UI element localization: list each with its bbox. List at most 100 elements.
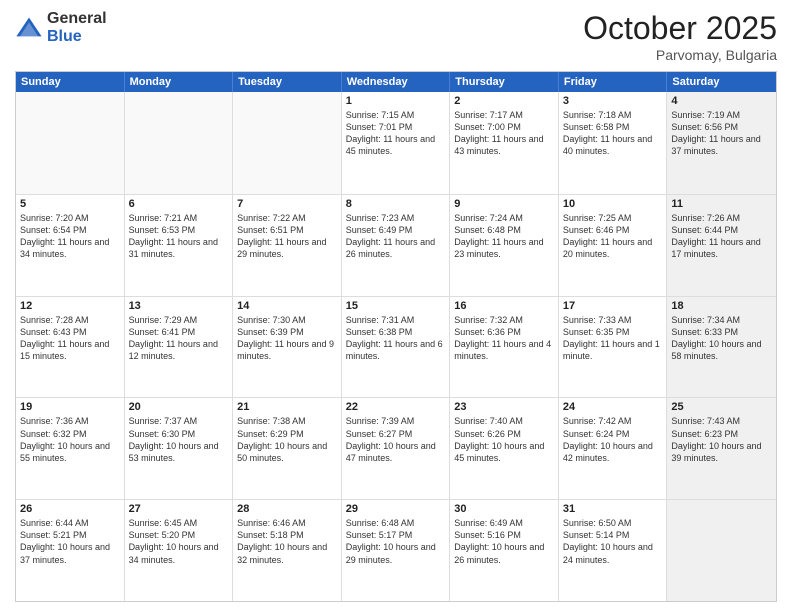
day-number: 13 bbox=[129, 300, 229, 312]
weekday-header-thursday: Thursday bbox=[450, 72, 559, 92]
weekday-header-tuesday: Tuesday bbox=[233, 72, 342, 92]
calendar-cell-1-6: 11Sunrise: 7:26 AM Sunset: 6:44 PM Dayli… bbox=[667, 195, 776, 296]
day-number: 15 bbox=[346, 300, 446, 312]
day-number: 25 bbox=[671, 401, 772, 413]
day-number: 20 bbox=[129, 401, 229, 413]
cell-info-text: Sunrise: 6:48 AM Sunset: 5:17 PM Dayligh… bbox=[346, 517, 446, 566]
logo-text: General Blue bbox=[47, 10, 107, 45]
day-number: 12 bbox=[20, 300, 120, 312]
day-number: 8 bbox=[346, 198, 446, 210]
calendar-cell-2-1: 13Sunrise: 7:29 AM Sunset: 6:41 PM Dayli… bbox=[125, 297, 234, 398]
calendar-cell-1-2: 7Sunrise: 7:22 AM Sunset: 6:51 PM Daylig… bbox=[233, 195, 342, 296]
cell-info-text: Sunrise: 7:34 AM Sunset: 6:33 PM Dayligh… bbox=[671, 314, 772, 363]
day-number: 10 bbox=[563, 198, 663, 210]
calendar-cell-0-2 bbox=[233, 92, 342, 194]
calendar-cell-1-5: 10 Sunrise: 7:25 AM Sunset: 6:46 PM Dayli… bbox=[559, 195, 668, 296]
day-number: 16 bbox=[454, 300, 554, 312]
day-number: 22 bbox=[346, 401, 446, 413]
calendar-cell-2-2: 14Sunrise: 7:30 AM Sunset: 6:39 PM Dayli… bbox=[233, 297, 342, 398]
calendar-cell-1-4: 9 Sunrise: 7:24 AM Sunset: 6:48 PM Daylig… bbox=[450, 195, 559, 296]
day-number: 24 bbox=[563, 401, 663, 413]
weekday-header-saturday: Saturday bbox=[667, 72, 776, 92]
cell-info-text: Sunrise: 7:25 AM Sunset: 6:46 PM Dayligh… bbox=[563, 212, 663, 261]
cell-info-text: Sunrise: 7:22 AM Sunset: 6:51 PM Dayligh… bbox=[237, 212, 337, 261]
calendar-header: SundayMondayTuesdayWednesdayThursdayFrid… bbox=[16, 72, 776, 92]
calendar-cell-3-1: 20 Sunrise: 7:37 AM Sunset: 6:30 PM Dayli… bbox=[125, 398, 234, 499]
cell-info-text: Sunrise: 7:32 AM Sunset: 6:36 PM Dayligh… bbox=[454, 314, 554, 363]
calendar-cell-3-4: 23Sunrise: 7:40 AM Sunset: 6:26 PM Dayli… bbox=[450, 398, 559, 499]
calendar-cell-2-6: 18Sunrise: 7:34 AM Sunset: 6:33 PM Dayli… bbox=[667, 297, 776, 398]
weekday-header-wednesday: Wednesday bbox=[342, 72, 451, 92]
calendar-cell-1-3: 8 Sunrise: 7:23 AM Sunset: 6:49 PM Daylig… bbox=[342, 195, 451, 296]
day-number: 6 bbox=[129, 198, 229, 210]
cell-info-text: Sunrise: 6:50 AM Sunset: 5:14 PM Dayligh… bbox=[563, 517, 663, 566]
calendar-cell-3-0: 19 Sunrise: 7:36 AM Sunset: 6:32 PM Dayli… bbox=[16, 398, 125, 499]
day-number: 4 bbox=[671, 95, 772, 107]
cell-info-text: Sunrise: 7:23 AM Sunset: 6:49 PM Dayligh… bbox=[346, 212, 446, 261]
title-area: October 2025 Parvomay, Bulgaria bbox=[583, 10, 777, 63]
day-number: 26 bbox=[20, 503, 120, 515]
calendar-cell-4-2: 28Sunrise: 6:46 AM Sunset: 5:18 PM Dayli… bbox=[233, 500, 342, 601]
cell-info-text: Sunrise: 7:21 AM Sunset: 6:53 PM Dayligh… bbox=[129, 212, 229, 261]
calendar-row-3: 19 Sunrise: 7:36 AM Sunset: 6:32 PM Dayli… bbox=[16, 397, 776, 499]
calendar-cell-1-1: 6 Sunrise: 7:21 AM Sunset: 6:53 PM Daylig… bbox=[125, 195, 234, 296]
day-number: 19 bbox=[20, 401, 120, 413]
calendar-cell-3-5: 24Sunrise: 7:42 AM Sunset: 6:24 PM Dayli… bbox=[559, 398, 668, 499]
calendar-cell-3-2: 21 Sunrise: 7:38 AM Sunset: 6:29 PM Dayli… bbox=[233, 398, 342, 499]
header: General Blue October 2025 Parvomay, Bulg… bbox=[15, 10, 777, 63]
calendar-cell-3-3: 22 Sunrise: 7:39 AM Sunset: 6:27 PM Dayli… bbox=[342, 398, 451, 499]
calendar-cell-0-6: 4 Sunrise: 7:19 AM Sunset: 6:56 PM Daylig… bbox=[667, 92, 776, 194]
day-number: 21 bbox=[237, 401, 337, 413]
calendar-cell-0-0 bbox=[16, 92, 125, 194]
day-number: 17 bbox=[563, 300, 663, 312]
day-number: 9 bbox=[454, 198, 554, 210]
cell-info-text: Sunrise: 7:39 AM Sunset: 6:27 PM Dayligh… bbox=[346, 415, 446, 464]
day-number: 23 bbox=[454, 401, 554, 413]
calendar-cell-0-5: 3 Sunrise: 7:18 AM Sunset: 6:58 PM Daylig… bbox=[559, 92, 668, 194]
calendar-cell-4-4: 30Sunrise: 6:49 AM Sunset: 5:16 PM Dayli… bbox=[450, 500, 559, 601]
day-number: 1 bbox=[346, 95, 446, 107]
logo-general-text: General bbox=[47, 10, 107, 28]
calendar-cell-2-0: 12 Sunrise: 7:28 AM Sunset: 6:43 PM Dayli… bbox=[16, 297, 125, 398]
cell-info-text: Sunrise: 7:36 AM Sunset: 6:32 PM Dayligh… bbox=[20, 415, 120, 464]
calendar-cell-2-4: 16 Sunrise: 7:32 AM Sunset: 6:36 PM Dayli… bbox=[450, 297, 559, 398]
calendar-cell-4-1: 27 Sunrise: 6:45 AM Sunset: 5:20 PM Dayli… bbox=[125, 500, 234, 601]
weekday-header-sunday: Sunday bbox=[16, 72, 125, 92]
calendar-cell-4-3: 29Sunrise: 6:48 AM Sunset: 5:17 PM Dayli… bbox=[342, 500, 451, 601]
page: General Blue October 2025 Parvomay, Bulg… bbox=[0, 0, 792, 612]
calendar-cell-0-1 bbox=[125, 92, 234, 194]
cell-info-text: Sunrise: 7:24 AM Sunset: 6:48 PM Dayligh… bbox=[454, 212, 554, 261]
day-number: 2 bbox=[454, 95, 554, 107]
cell-info-text: Sunrise: 7:43 AM Sunset: 6:23 PM Dayligh… bbox=[671, 415, 772, 464]
calendar-cell-2-5: 17 Sunrise: 7:33 AM Sunset: 6:35 PM Dayli… bbox=[559, 297, 668, 398]
day-number: 31 bbox=[563, 503, 663, 515]
day-number: 27 bbox=[129, 503, 229, 515]
cell-info-text: Sunrise: 7:15 AM Sunset: 7:01 PM Dayligh… bbox=[346, 109, 446, 158]
cell-info-text: Sunrise: 7:26 AM Sunset: 6:44 PM Dayligh… bbox=[671, 212, 772, 261]
cell-info-text: Sunrise: 7:33 AM Sunset: 6:35 PM Dayligh… bbox=[563, 314, 663, 363]
calendar-cell-3-6: 25 Sunrise: 7:43 AM Sunset: 6:23 PM Dayli… bbox=[667, 398, 776, 499]
day-number: 28 bbox=[237, 503, 337, 515]
calendar-body: 1 Sunrise: 7:15 AM Sunset: 7:01 PM Daylig… bbox=[16, 92, 776, 601]
cell-info-text: Sunrise: 7:18 AM Sunset: 6:58 PM Dayligh… bbox=[563, 109, 663, 158]
cell-info-text: Sunrise: 7:37 AM Sunset: 6:30 PM Dayligh… bbox=[129, 415, 229, 464]
calendar-cell-0-4: 2Sunrise: 7:17 AM Sunset: 7:00 PM Daylig… bbox=[450, 92, 559, 194]
calendar: SundayMondayTuesdayWednesdayThursdayFrid… bbox=[15, 71, 777, 602]
calendar-cell-0-3: 1 Sunrise: 7:15 AM Sunset: 7:01 PM Daylig… bbox=[342, 92, 451, 194]
calendar-cell-2-3: 15Sunrise: 7:31 AM Sunset: 6:38 PM Dayli… bbox=[342, 297, 451, 398]
calendar-row-1: 5 Sunrise: 7:20 AM Sunset: 6:54 PM Daylig… bbox=[16, 194, 776, 296]
day-number: 3 bbox=[563, 95, 663, 107]
logo-icon bbox=[15, 14, 43, 42]
cell-info-text: Sunrise: 7:38 AM Sunset: 6:29 PM Dayligh… bbox=[237, 415, 337, 464]
cell-info-text: Sunrise: 7:28 AM Sunset: 6:43 PM Dayligh… bbox=[20, 314, 120, 363]
cell-info-text: Sunrise: 6:44 AM Sunset: 5:21 PM Dayligh… bbox=[20, 517, 120, 566]
cell-info-text: Sunrise: 7:19 AM Sunset: 6:56 PM Dayligh… bbox=[671, 109, 772, 158]
logo: General Blue bbox=[15, 10, 107, 45]
weekday-header-monday: Monday bbox=[125, 72, 234, 92]
day-number: 5 bbox=[20, 198, 120, 210]
cell-info-text: Sunrise: 7:30 AM Sunset: 6:39 PM Dayligh… bbox=[237, 314, 337, 363]
cell-info-text: Sunrise: 6:45 AM Sunset: 5:20 PM Dayligh… bbox=[129, 517, 229, 566]
cell-info-text: Sunrise: 7:20 AM Sunset: 6:54 PM Dayligh… bbox=[20, 212, 120, 261]
calendar-row-0: 1 Sunrise: 7:15 AM Sunset: 7:01 PM Daylig… bbox=[16, 92, 776, 194]
logo-blue-text: Blue bbox=[47, 28, 107, 46]
